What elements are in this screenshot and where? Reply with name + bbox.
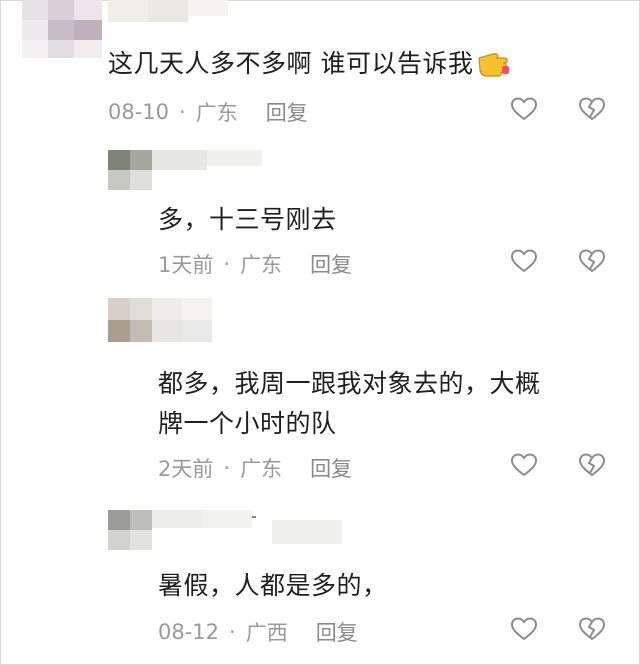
comment-location: 广东 xyxy=(240,457,283,481)
meta-separator: · xyxy=(179,100,186,124)
comment-location: 广东 xyxy=(240,253,283,277)
dislike-icon[interactable] xyxy=(578,248,606,274)
reply-button[interactable]: 回复 xyxy=(316,617,358,647)
reply-avatar[interactable] xyxy=(108,510,152,550)
reply-avatar[interactable] xyxy=(108,150,152,190)
username[interactable] xyxy=(108,0,228,24)
pointing-hand-emoji xyxy=(478,53,510,77)
reply-username[interactable] xyxy=(152,510,342,544)
comment-time: 08-12 xyxy=(158,620,220,644)
comment-text: 多，十三号刚去 xyxy=(158,205,337,234)
comment-text-line-1: 都多，我周一跟我对象去的，大概 xyxy=(158,369,541,398)
meta-separator: · xyxy=(229,620,236,644)
heart-icon[interactable] xyxy=(510,96,538,122)
comment-text: 暑假，人都是多的， xyxy=(158,571,388,600)
comment-meta: 2天前 · 广东 回复 xyxy=(158,453,352,483)
meta-separator: · xyxy=(223,456,231,480)
heart-icon[interactable] xyxy=(510,452,538,478)
reply-username[interactable] xyxy=(152,150,262,172)
comment-content: 这几天人多不多啊 谁可以告诉我 xyxy=(108,49,474,78)
comment-meta: 08-10 · 广东 回复 xyxy=(108,97,308,127)
comment-text: 这几天人多不多啊 谁可以告诉我 xyxy=(108,44,511,80)
meta-separator: · xyxy=(223,252,231,276)
heart-icon[interactable] xyxy=(510,248,538,274)
heart-icon[interactable] xyxy=(510,616,538,642)
reply-button[interactable]: 回复 xyxy=(310,249,352,279)
reply-avatar[interactable] xyxy=(108,298,152,342)
comment-location: 广西 xyxy=(245,621,288,645)
reply-button[interactable]: 回复 xyxy=(266,97,308,127)
comment-meta: 08-12 · 广西 回复 xyxy=(158,617,358,647)
dislike-icon[interactable] xyxy=(578,452,606,478)
comment-time: 2天前 xyxy=(158,457,214,481)
comment-meta: 1天前 · 广东 回复 xyxy=(158,249,352,279)
dislike-icon[interactable] xyxy=(578,616,606,642)
avatar[interactable] xyxy=(22,0,102,58)
dislike-icon[interactable] xyxy=(578,96,606,122)
comment-location: 广东 xyxy=(195,101,238,125)
reply-username[interactable] xyxy=(152,298,212,342)
comment-time: 08-10 xyxy=(108,100,170,124)
reply-button[interactable]: 回复 xyxy=(310,453,352,483)
comment-text-line-2: 牌一个小时的队 xyxy=(158,409,337,438)
comment-time: 1天前 xyxy=(158,253,214,277)
